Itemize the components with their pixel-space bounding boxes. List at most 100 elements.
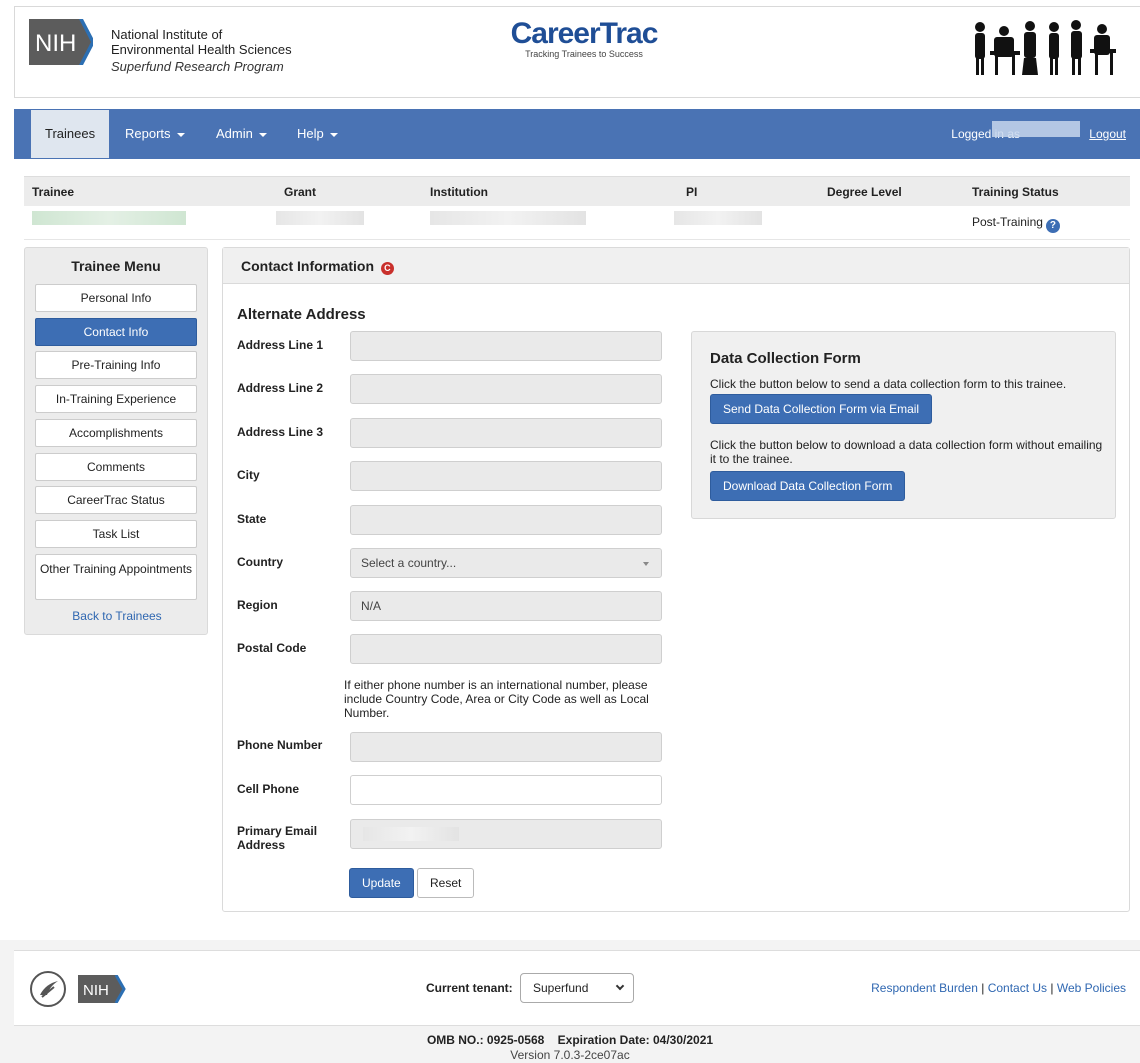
contact-us-link[interactable]: Contact Us (988, 981, 1047, 995)
region-label: Region (237, 598, 278, 612)
col-header-pi: PI (686, 185, 698, 199)
dcf-title: Data Collection Form (710, 350, 861, 367)
menu-item-comments[interactable]: Comments (35, 453, 197, 481)
panel-heading: Contact Information C (223, 248, 1129, 284)
nav-help[interactable]: Help (283, 109, 352, 159)
reset-button[interactable]: Reset (417, 868, 475, 898)
menu-item-personal-info[interactable]: Personal Info (35, 284, 197, 312)
state-input[interactable] (350, 505, 662, 535)
institute-name: National Institute of Environmental Heal… (111, 27, 292, 74)
postal-code-label: Postal Code (237, 641, 307, 655)
redacted-email (363, 827, 459, 841)
country-label: Country (237, 555, 283, 569)
col-header-degree-level: Degree Level (827, 185, 902, 199)
nav-help-label: Help (297, 126, 324, 141)
chevron-down-icon (615, 981, 625, 991)
trainee-menu-title: Trainee Menu (71, 258, 161, 274)
brand-tagline: Tracking Trainees to Success (525, 49, 643, 59)
alternate-address-title: Alternate Address (237, 306, 366, 323)
omb-info: OMB NO.: 0925-0568 Expiration Date: 04/3… (426, 1033, 714, 1047)
site-header: NIH National Institute of Environmental … (14, 6, 1140, 98)
country-select[interactable]: Select a country... (350, 548, 662, 578)
program-name: Superfund Research Program (111, 59, 284, 74)
respondent-burden-link[interactable]: Respondent Burden (871, 981, 978, 995)
caret-down-icon (643, 562, 649, 566)
col-header-grant: Grant (284, 185, 317, 199)
link-separator: | (981, 981, 985, 995)
tenant-select[interactable]: Superfund (520, 973, 634, 1003)
menu-item-in-training-experience[interactable]: In-Training Experience (35, 385, 197, 413)
nav-admin-label: Admin (216, 126, 253, 141)
help-question-icon[interactable]: ? (1045, 219, 1060, 233)
dcf-send-text: Click the button below to send a data co… (710, 377, 1067, 391)
web-policies-link[interactable]: Web Policies (1057, 981, 1126, 995)
menu-item-other-training-appointments[interactable]: Other Training Appointments (35, 554, 197, 600)
send-dcf-email-button[interactable]: Send Data Collection Form via Email (710, 394, 933, 424)
nav-reports-label: Reports (125, 126, 171, 141)
tenant-label: Current tenant: (426, 981, 513, 995)
main-navbar: Trainees Reports Admin Help Logged in as… (14, 109, 1140, 159)
cell-phone-label: Cell Phone (237, 782, 300, 796)
tenant-select-value: Superfund (533, 981, 589, 995)
primary-email-input[interactable] (350, 819, 662, 849)
menu-item-task-list[interactable]: Task List (35, 520, 197, 548)
nav-trainees[interactable]: Trainees (31, 110, 110, 158)
address-line1-input[interactable] (350, 331, 662, 361)
update-button[interactable]: Update (349, 868, 414, 898)
nih-logo: NIH (29, 19, 93, 65)
address-line2-label: Address Line 2 (237, 381, 324, 395)
redacted-trainee-name (32, 211, 186, 225)
phone-number-input[interactable] (350, 732, 662, 762)
contact-info-panel: Contact Information C Alternate Address … (222, 247, 1130, 912)
cell-phone-input[interactable] (350, 775, 662, 805)
col-header-training-status: Training Status (972, 185, 1059, 199)
careertrac-logo: CareerTrac Tracking Trainees to Success (499, 19, 669, 60)
data-collection-form-box: Data Collection Form Click the button be… (691, 331, 1116, 519)
logout-link[interactable]: Logout (1089, 109, 1126, 159)
link-separator: | (1050, 981, 1054, 995)
copyright-c-icon: C (380, 262, 394, 275)
col-header-trainee: Trainee (32, 185, 75, 199)
nih-logo-text: NIH (35, 30, 76, 57)
menu-item-pre-training-info[interactable]: Pre-Training Info (35, 351, 197, 379)
caret-down-icon (176, 132, 185, 137)
phone-number-label: Phone Number (237, 738, 323, 752)
version-info: Version 7.0.3-2ce07ac (510, 1048, 630, 1062)
address-line2-input[interactable] (350, 374, 662, 404)
menu-item-accomplishments[interactable]: Accomplishments (35, 419, 197, 447)
institute-line1: National Institute of (111, 27, 223, 42)
redacted-grant (276, 211, 364, 225)
trainee-summary-table: Trainee Grant Institution PI Degree Leve… (24, 176, 1130, 240)
panel-title: Contact Information (241, 258, 374, 274)
redacted-pi (674, 211, 762, 225)
table-header: Trainee Grant Institution PI Degree Leve… (24, 176, 1130, 206)
city-input[interactable] (350, 461, 662, 491)
redacted-institution (430, 211, 586, 225)
postal-code-input[interactable] (350, 634, 662, 664)
menu-item-careertrac-status[interactable]: CareerTrac Status (35, 486, 197, 514)
nav-admin[interactable]: Admin (202, 109, 281, 159)
region-input[interactable]: N/A (350, 591, 662, 621)
footer-links: Respondent Burden | Contact Us | Web Pol… (871, 981, 1126, 995)
redacted-username (992, 121, 1080, 137)
address-line1-label: Address Line 1 (237, 338, 324, 352)
menu-item-contact-info[interactable]: Contact Info (35, 318, 197, 346)
col-header-institution: Institution (430, 185, 488, 199)
phone-note: If either phone number is an internation… (344, 678, 649, 720)
state-label: State (237, 512, 267, 526)
dcf-download-text: Click the button below to download a dat… (710, 438, 1103, 466)
back-to-trainees-link[interactable]: Back to Trainees (25, 609, 209, 623)
hhs-eagle-icon (30, 971, 66, 1007)
table-row: Post-Training? (24, 206, 1130, 240)
city-label: City (237, 468, 260, 482)
nav-reports[interactable]: Reports (111, 109, 199, 159)
caret-down-icon (329, 132, 338, 137)
institute-line2: Environmental Health Sciences (111, 42, 292, 57)
address-line3-input[interactable] (350, 418, 662, 448)
nih-footer-logo: NIH (78, 975, 126, 1003)
address-line3-label: Address Line 3 (237, 425, 324, 439)
people-silhouettes-icon (975, 20, 1116, 75)
download-dcf-button[interactable]: Download Data Collection Form (710, 471, 906, 501)
site-footer: NIH Current tenant: Superfund Respondent… (14, 950, 1140, 1026)
nav-trainees-label: Trainees (45, 126, 96, 141)
